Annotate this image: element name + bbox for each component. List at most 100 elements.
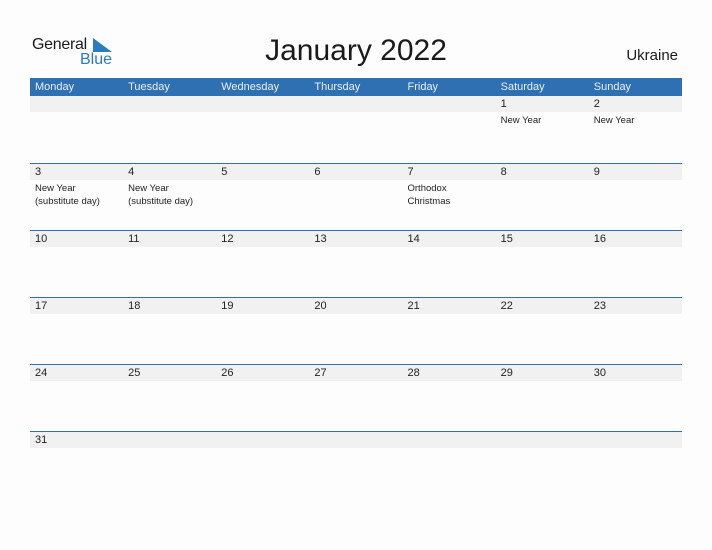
- day-cell: 31: [30, 432, 124, 498]
- day-number: 26: [216, 365, 310, 381]
- week-row: 10 11 12 13 14 15 16: [30, 230, 682, 297]
- day-cell: 18: [123, 298, 217, 364]
- day-cell: 30: [588, 365, 682, 431]
- day-number: 6: [309, 164, 403, 180]
- day-cell: 12: [216, 231, 310, 297]
- day-cell: 23: [588, 298, 682, 364]
- day-number: [123, 96, 217, 112]
- day-number: 1: [495, 96, 589, 112]
- day-cell: 13: [309, 231, 403, 297]
- day-cell: [495, 432, 589, 498]
- day-number: 25: [123, 365, 217, 381]
- day-number: 15: [495, 231, 589, 247]
- day-number: 18: [123, 298, 217, 314]
- day-number: 21: [402, 298, 496, 314]
- day-cell: 21: [402, 298, 496, 364]
- week-row: 1 New Year 2 New Year: [30, 96, 682, 163]
- day-cell: 10: [30, 231, 124, 297]
- day-cell: [309, 96, 403, 163]
- holiday-label: New Year (substitute day): [35, 183, 100, 207]
- day-number: 31: [30, 432, 124, 448]
- day-number: [123, 432, 217, 448]
- weekday-label: Wednesday: [221, 81, 280, 93]
- day-cell: 7 Orthodox Christmas: [402, 164, 496, 230]
- weekday-label: Tuesday: [128, 81, 170, 93]
- holiday-label: Orthodox Christmas: [407, 183, 451, 207]
- day-number: 30: [588, 365, 682, 381]
- day-number: 2: [588, 96, 682, 112]
- day-cell: [402, 432, 496, 498]
- day-cell: 19: [216, 298, 310, 364]
- day-cell: [309, 432, 403, 498]
- day-number: 9: [588, 164, 682, 180]
- day-number: 7: [402, 164, 496, 180]
- day-number: 27: [309, 365, 403, 381]
- day-number: 11: [123, 231, 217, 247]
- day-number: 3: [30, 164, 124, 180]
- holiday-label: New Year: [500, 115, 542, 126]
- day-number: [216, 432, 310, 448]
- day-cell: [216, 96, 310, 163]
- day-cell: 22: [495, 298, 589, 364]
- day-cell: 15: [495, 231, 589, 297]
- weekday-label: Monday: [35, 81, 75, 93]
- day-cell: 3 New Year (substitute day): [30, 164, 124, 230]
- day-number: 4: [123, 164, 217, 180]
- day-number: 5: [216, 164, 310, 180]
- day-cell: 26: [216, 365, 310, 431]
- weekday-label: Friday: [407, 81, 439, 93]
- week-row: 17 18 19 20 21 22 23: [30, 297, 682, 364]
- day-number: 22: [495, 298, 589, 314]
- day-cell: 8: [495, 164, 589, 230]
- day-number: 12: [216, 231, 310, 247]
- day-cell: 27: [309, 365, 403, 431]
- day-number: 20: [309, 298, 403, 314]
- day-number: 28: [402, 365, 496, 381]
- week-row: 31: [30, 431, 682, 498]
- day-number: 8: [495, 164, 589, 180]
- page-title: January 2022: [265, 34, 447, 67]
- day-cell: [30, 96, 124, 163]
- weekday-label: Saturday: [500, 81, 545, 93]
- day-number: [309, 432, 403, 448]
- day-number: 16: [588, 231, 682, 247]
- day-cell: [123, 96, 217, 163]
- weekday-label: Sunday: [593, 81, 632, 93]
- day-cell: 2 New Year: [588, 96, 682, 163]
- day-cell: 28: [402, 365, 496, 431]
- day-number: 19: [216, 298, 310, 314]
- day-cell: 25: [123, 365, 217, 431]
- weekday-label: Thursday: [314, 81, 361, 93]
- day-cell: 17: [30, 298, 124, 364]
- day-number: [216, 96, 310, 112]
- holiday-label: New Year: [593, 115, 635, 126]
- day-number: [402, 432, 496, 448]
- day-number: 29: [495, 365, 589, 381]
- country-label: Ukraine: [626, 47, 678, 64]
- day-cell: [402, 96, 496, 163]
- day-number: 14: [402, 231, 496, 247]
- day-number: [402, 96, 496, 112]
- day-cell: 11: [123, 231, 217, 297]
- week-row: 3 New Year (substitute day) 4 New Year (sub…: [30, 163, 682, 230]
- day-cell: 24: [30, 365, 124, 431]
- calendar-grid: Monday Tuesday Wednesday Thursday Friday…: [30, 78, 682, 498]
- day-cell: 16: [588, 231, 682, 297]
- day-number: [309, 96, 403, 112]
- day-cell: 4 New Year (substitute day): [123, 164, 217, 230]
- day-number: [30, 96, 124, 112]
- day-cell: [123, 432, 217, 498]
- day-cell: [588, 432, 682, 498]
- weekday-header: Monday Tuesday Wednesday Thursday Friday…: [30, 78, 682, 96]
- day-number: [495, 432, 589, 448]
- day-number: [588, 432, 682, 448]
- holiday-label: New Year (substitute day): [128, 183, 194, 207]
- day-cell: 9: [588, 164, 682, 230]
- day-cell: 20: [309, 298, 403, 364]
- day-number: 13: [309, 231, 403, 247]
- day-cell: 5: [216, 164, 310, 230]
- day-cell: 29: [495, 365, 589, 431]
- week-row: 24 25 26 27 28 29 30: [30, 364, 682, 431]
- day-cell: 6: [309, 164, 403, 230]
- day-number: 23: [588, 298, 682, 314]
